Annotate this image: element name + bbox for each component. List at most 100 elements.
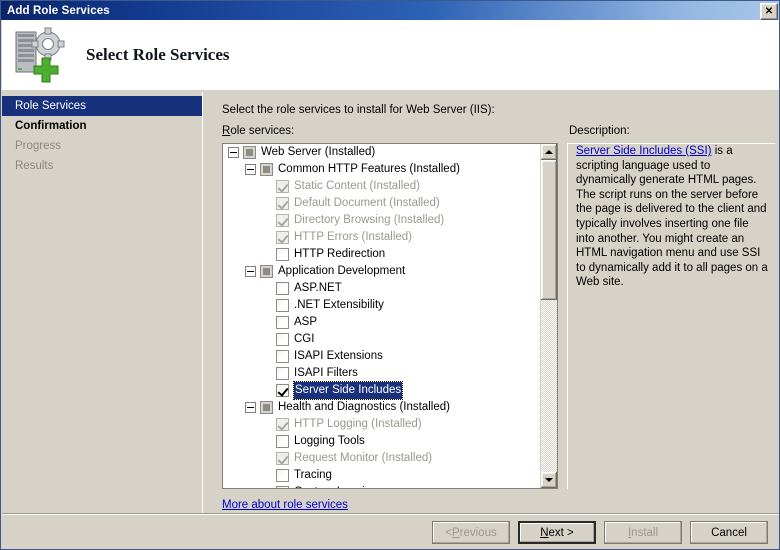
main-pane: Select the role services to install for …: [204, 92, 780, 513]
title-bar: Add Role Services ✕: [1, 1, 780, 20]
tree-row-label: HTTP Logging (Installed): [294, 416, 422, 433]
tree-row-label: Logging Tools: [294, 433, 365, 450]
tree-row-label: Health and Diagnostics (Installed): [278, 399, 450, 416]
tree-row[interactable]: HTTP Redirection: [223, 246, 541, 263]
tree-row-label: ISAPI Filters: [294, 365, 358, 382]
role-services-tree[interactable]: Web Server (Installed)Common HTTP Featur…: [222, 143, 558, 489]
collapse-toggle-icon[interactable]: [245, 266, 256, 277]
checkbox-empty[interactable]: [276, 282, 289, 295]
tree-row[interactable]: CGI: [223, 331, 541, 348]
dialog-footer: < Previous Next > Install Cancel: [2, 515, 780, 550]
tree-row[interactable]: ISAPI Extensions: [223, 348, 541, 365]
tree-row-label: CGI: [294, 331, 314, 348]
tree-row[interactable]: HTTP Logging (Installed): [223, 416, 541, 433]
checkbox-checked[interactable]: [276, 384, 289, 397]
checkbox-checked-dim: [276, 452, 289, 465]
checkbox-empty[interactable]: [276, 299, 289, 312]
add-role-services-dialog: Add Role Services ✕: [0, 0, 780, 550]
checkbox-partial[interactable]: [260, 163, 273, 176]
description-body: is a scripting language used to dynamica…: [576, 145, 768, 288]
checkbox-empty[interactable]: [276, 333, 289, 346]
scroll-up-arrow-icon[interactable]: [541, 144, 557, 160]
tree-row-label: Default Document (Installed): [294, 195, 440, 212]
role-services-label: Role services:: [222, 125, 294, 137]
checkbox-empty[interactable]: [276, 316, 289, 329]
checkbox-empty[interactable]: [276, 486, 289, 488]
arrow-down-glyph: [545, 478, 553, 482]
tree-row[interactable]: Health and Diagnostics (Installed): [223, 399, 541, 416]
tree-row[interactable]: Directory Browsing (Installed): [223, 212, 541, 229]
tree-row[interactable]: .NET Extensibility: [223, 297, 541, 314]
scroll-down-arrow-icon[interactable]: [541, 472, 557, 488]
previous-accel: P: [452, 527, 460, 539]
checkbox-checked-dim: [276, 231, 289, 244]
previous-rest: revious: [460, 527, 497, 539]
tree-row[interactable]: Server Side Includes: [223, 382, 541, 399]
ssi-help-link[interactable]: Server Side Includes (SSI): [576, 145, 712, 157]
next-accel: N: [540, 527, 548, 539]
sidebar-item-progress[interactable]: Progress: [2, 136, 202, 156]
tree-row-label: Web Server (Installed): [261, 144, 375, 161]
collapse-toggle-icon[interactable]: [245, 402, 256, 413]
server-add-icon: [12, 26, 70, 84]
tree-row-label: Directory Browsing (Installed): [294, 212, 444, 229]
instruction-text: Select the role services to install for …: [222, 104, 495, 116]
checkbox-checked-dim: [276, 214, 289, 227]
tree-scroll-area: Web Server (Installed)Common HTTP Featur…: [223, 144, 541, 488]
description-pane: Server Side Includes (SSI) is a scriptin…: [567, 143, 775, 489]
wizard-step-nav: Role Services Confirmation Progress Resu…: [2, 92, 203, 513]
tree-row-label: Server Side Includes: [294, 382, 402, 399]
tree-row[interactable]: Common HTTP Features (Installed): [223, 161, 541, 178]
install-button[interactable]: Install: [604, 521, 682, 544]
checkbox-empty[interactable]: [276, 469, 289, 482]
checkbox-empty[interactable]: [276, 367, 289, 380]
checkbox-empty[interactable]: [276, 350, 289, 363]
window-title: Add Role Services: [1, 5, 110, 17]
dialog-header: Select Role Services: [2, 20, 780, 90]
tree-scrollbar[interactable]: [540, 144, 557, 488]
more-about-role-services-link[interactable]: More about role services: [222, 499, 348, 511]
tree-row[interactable]: ISAPI Filters: [223, 365, 541, 382]
arrow-up-glyph: [545, 150, 553, 154]
tree-row-label: Static Content (Installed): [294, 178, 420, 195]
tree-row[interactable]: Logging Tools: [223, 433, 541, 450]
previous-button[interactable]: < Previous: [432, 521, 510, 544]
tree-row[interactable]: HTTP Errors (Installed): [223, 229, 541, 246]
tree-row[interactable]: ASP: [223, 314, 541, 331]
close-icon[interactable]: ✕: [760, 3, 778, 20]
install-rest: nstall: [631, 527, 658, 539]
tree-row[interactable]: Static Content (Installed): [223, 178, 541, 195]
tree-row-label: ISAPI Extensions: [294, 348, 383, 365]
tree-row-label: Request Monitor (Installed): [294, 450, 432, 467]
tree-row-label: Common HTTP Features (Installed): [278, 161, 460, 178]
tree-row[interactable]: Web Server (Installed): [223, 144, 541, 161]
tree-row-label: Custom Logging: [294, 484, 378, 488]
role-services-label-rest: ole services:: [230, 125, 294, 137]
collapse-toggle-icon[interactable]: [228, 147, 239, 158]
checkbox-partial[interactable]: [260, 401, 273, 414]
tree-row[interactable]: Custom Logging: [223, 484, 541, 488]
tree-row[interactable]: Request Monitor (Installed): [223, 450, 541, 467]
cancel-button[interactable]: Cancel: [690, 521, 768, 544]
sidebar-item-results[interactable]: Results: [2, 156, 202, 176]
collapse-toggle-icon[interactable]: [245, 164, 256, 175]
sidebar-item-confirmation[interactable]: Confirmation: [2, 116, 202, 136]
tree-row-label: Tracing: [294, 467, 332, 484]
tree-row[interactable]: Application Development: [223, 263, 541, 280]
tree-row-label: ASP: [294, 314, 317, 331]
checkbox-empty[interactable]: [276, 248, 289, 261]
sidebar-item-role-services[interactable]: Role Services: [2, 96, 202, 116]
checkbox-partial[interactable]: [260, 265, 273, 278]
tree-row-label: ASP.NET: [294, 280, 342, 297]
description-text: Server Side Includes (SSI) is a scriptin…: [576, 144, 769, 290]
checkbox-partial[interactable]: [243, 146, 256, 159]
tree-row-label: Application Development: [278, 263, 405, 280]
tree-row-label: HTTP Redirection: [294, 246, 385, 263]
scrollbar-thumb[interactable]: [541, 160, 557, 300]
checkbox-empty[interactable]: [276, 435, 289, 448]
next-button[interactable]: Next >: [518, 521, 596, 544]
tree-row[interactable]: Default Document (Installed): [223, 195, 541, 212]
tree-row[interactable]: ASP.NET: [223, 280, 541, 297]
tree-row[interactable]: Tracing: [223, 467, 541, 484]
checkbox-checked-dim: [276, 180, 289, 193]
